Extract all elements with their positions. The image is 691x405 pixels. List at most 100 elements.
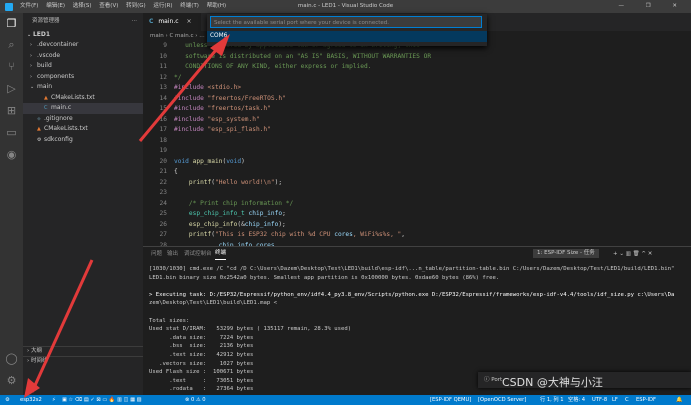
line-number: 26 bbox=[159, 220, 167, 228]
outline-section[interactable]: › 大纲 bbox=[23, 346, 147, 356]
tab-main-c[interactable]: C main.c × bbox=[143, 13, 201, 31]
tree-item[interactable]: ⚙ sdkconfig bbox=[23, 135, 143, 146]
serial-port-quick-pick: Select the available serial port where y… bbox=[207, 14, 487, 46]
extensions-icon[interactable]: ⊞ bbox=[5, 104, 18, 117]
line-number: 15 bbox=[159, 105, 167, 112]
code-text: CONDITIONS OF ANY KIND, either express o… bbox=[174, 63, 372, 70]
tab-terminal[interactable]: 终端 bbox=[215, 247, 227, 260]
code-line[interactable]: 11 CONDITIONS OF ANY KIND, either expres… bbox=[143, 62, 691, 73]
tree-item[interactable]: ◆ .gitignore bbox=[23, 114, 143, 125]
code-line[interactable]: 15 #include "freertos/task.h" bbox=[143, 104, 691, 115]
qemu-status[interactable]: [ESP-IDF QEMU] bbox=[430, 395, 471, 405]
terminal-line: zem\Desktop\Test\LED1\build\LED1.map < bbox=[149, 300, 277, 307]
esp-idf-indicator[interactable]: ESP-IDF bbox=[636, 395, 656, 405]
openocd-status[interactable]: [OpenOCD Server] bbox=[478, 395, 526, 405]
workspace-root-label: LED1 bbox=[32, 31, 51, 38]
tree-item-label: CMakeLists.txt bbox=[44, 125, 88, 132]
code-line[interactable]: 21 { bbox=[143, 167, 691, 178]
code-line[interactable]: 25 esp_chip_info_t chip_info; bbox=[143, 209, 691, 220]
remote-indicator-icon[interactable]: ⚙ bbox=[5, 395, 10, 405]
code-editor[interactable]: 9 unless required by applicable law or a… bbox=[143, 41, 691, 246]
encoding[interactable]: UTF-8 bbox=[592, 395, 607, 405]
line-number: 12 bbox=[159, 73, 167, 81]
code-line[interactable]: 22 printf("Hello world!\n"); bbox=[143, 178, 691, 189]
tree-item-label: build bbox=[37, 62, 52, 69]
code-line[interactable]: 18 bbox=[143, 136, 691, 147]
esp-idf-icon[interactable]: ◉ bbox=[5, 148, 18, 161]
tree-item[interactable]: › .devcontainer bbox=[23, 40, 143, 51]
code-line[interactable]: 10 software is distributed on an "AS IS"… bbox=[143, 52, 691, 63]
line-number: 10 bbox=[159, 52, 167, 60]
code-line[interactable]: 16 #include "esp_system.h" bbox=[143, 115, 691, 126]
tab-close-icon[interactable]: × bbox=[186, 18, 191, 25]
chevron-icon: › bbox=[30, 42, 32, 48]
line-number: 25 bbox=[159, 210, 167, 217]
code-text: esp_chip_info_t chip_info; bbox=[188, 210, 286, 217]
language-mode[interactable]: C bbox=[625, 395, 629, 405]
line-number: 14 bbox=[159, 94, 167, 102]
cursor-position[interactable]: 行 1, 列 1 bbox=[540, 395, 564, 405]
line-number: 27 bbox=[159, 231, 167, 238]
code-line[interactable]: 17 #include "esp_spi_flash.h" bbox=[143, 125, 691, 136]
code-line[interactable]: 12 */ bbox=[143, 73, 691, 84]
tree-item[interactable]: Cmain.c bbox=[23, 103, 143, 114]
tree-item[interactable]: › build bbox=[23, 61, 143, 72]
git-file-icon: ◆ bbox=[37, 115, 41, 122]
code-line[interactable]: 26 esp_chip_info(&chip_info); bbox=[143, 220, 691, 231]
target-chip-indicator[interactable]: esp32s2 bbox=[20, 395, 42, 405]
remote-explorer-icon[interactable]: ▭ bbox=[5, 126, 18, 139]
terminal-line: LED1.bin binary size 0x2542a0 bytes. Sma… bbox=[149, 274, 500, 281]
indentation[interactable]: 空格: 4 bbox=[568, 395, 585, 405]
cmake-file-icon: ▲ bbox=[44, 94, 48, 101]
line-number: 11 bbox=[159, 63, 167, 70]
timeline-section[interactable]: › 时间线 bbox=[23, 356, 147, 366]
code-text: printf("This is ESP32 chip with %d CPU c… bbox=[188, 231, 406, 238]
tab-debug-console[interactable]: 调试控制台 bbox=[184, 247, 212, 261]
title-bar: 文件(F) 编辑(E) 选择(S) 查看(V) 转到(G) 运行(R) 终端(T… bbox=[0, 0, 691, 13]
tab-problems[interactable]: 问题 bbox=[151, 247, 162, 261]
status-actions-icons[interactable]: ▣ ☆ ⌫ ▤ ✓ ⊠ ▭ 🔥 ▥ ◫ ▦ ▧ bbox=[62, 395, 142, 405]
code-text: software is distributed on an "AS IS" BA… bbox=[174, 52, 432, 60]
activity-bar: ❐ ⌕ ⑂ ▷ ⊞ ▭ ◉ ◯ ⚙ bbox=[0, 13, 23, 395]
workspace-root[interactable]: ⌄ LED1 bbox=[23, 29, 143, 40]
account-icon[interactable]: ◯ bbox=[5, 352, 18, 365]
run-debug-icon[interactable]: ▷ bbox=[5, 82, 18, 95]
tree-item[interactable]: ⌄ main bbox=[23, 82, 143, 93]
terminal-selector[interactable]: 1: ESP-IDF Size - 任务 bbox=[533, 249, 599, 258]
tree-item[interactable]: ▲ CMakeLists.txt bbox=[23, 124, 143, 135]
line-number: 9 bbox=[163, 42, 167, 49]
settings-gear-icon[interactable]: ⚙ bbox=[5, 374, 18, 387]
tree-item-label: components bbox=[37, 72, 75, 80]
notifications-bell-icon[interactable]: 🔔 bbox=[676, 395, 682, 405]
code-line[interactable]: 19 bbox=[143, 146, 691, 157]
tree-item[interactable]: ▲ CMakeLists.txt bbox=[23, 93, 143, 104]
line-number: 21 bbox=[159, 168, 167, 175]
source-control-icon[interactable]: ⑂ bbox=[5, 60, 18, 73]
code-line[interactable]: 24 /* Print chip information */ bbox=[143, 199, 691, 210]
search-icon[interactable]: ⌕ bbox=[5, 38, 18, 51]
code-line[interactable]: 13 #include <stdio.h> bbox=[143, 83, 691, 94]
more-actions-icon[interactable]: ··· bbox=[132, 13, 137, 29]
problems-indicator[interactable]: ⊗ 0 ⚠ 0 bbox=[185, 395, 206, 405]
quick-pick-option-com6[interactable]: COM6 bbox=[207, 31, 487, 42]
window-controls[interactable]: — ❐ ✕ bbox=[618, 0, 687, 13]
tree-item[interactable]: › .vscode bbox=[23, 51, 143, 62]
terminal-line: > Executing task: D:/ESP32/Espressif/pyt… bbox=[149, 291, 675, 298]
explorer-icon[interactable]: ❐ bbox=[5, 17, 18, 30]
terminal-controls[interactable]: + ⌄ ▥ 🗑 ^ ✕ bbox=[613, 247, 652, 261]
port-icon[interactable]: ⚡ bbox=[52, 395, 56, 405]
line-number: 16 bbox=[159, 115, 167, 123]
code-line[interactable]: 14 #include "freertos/FreeRTOS.h" bbox=[143, 94, 691, 105]
status-bar: ⚙ esp32s2 ⚡ ▣ ☆ ⌫ ▤ ✓ ⊠ ▭ 🔥 ▥ ◫ ▦ ▧ ⊗ 0 … bbox=[0, 395, 691, 405]
code-line[interactable]: 27 printf("This is ESP32 chip with %d CP… bbox=[143, 230, 691, 241]
tree-item-label: .vscode bbox=[37, 51, 61, 59]
code-line[interactable]: 23 bbox=[143, 188, 691, 199]
line-ending[interactable]: LF bbox=[612, 395, 618, 405]
tree-item[interactable]: › components bbox=[23, 72, 143, 83]
code-text: /* Print chip information */ bbox=[174, 199, 294, 207]
quick-pick-input[interactable]: Select the available serial port where y… bbox=[210, 16, 482, 28]
code-line[interactable]: 20 void app_main(void) bbox=[143, 157, 691, 168]
tab-output[interactable]: 输出 bbox=[167, 247, 178, 261]
